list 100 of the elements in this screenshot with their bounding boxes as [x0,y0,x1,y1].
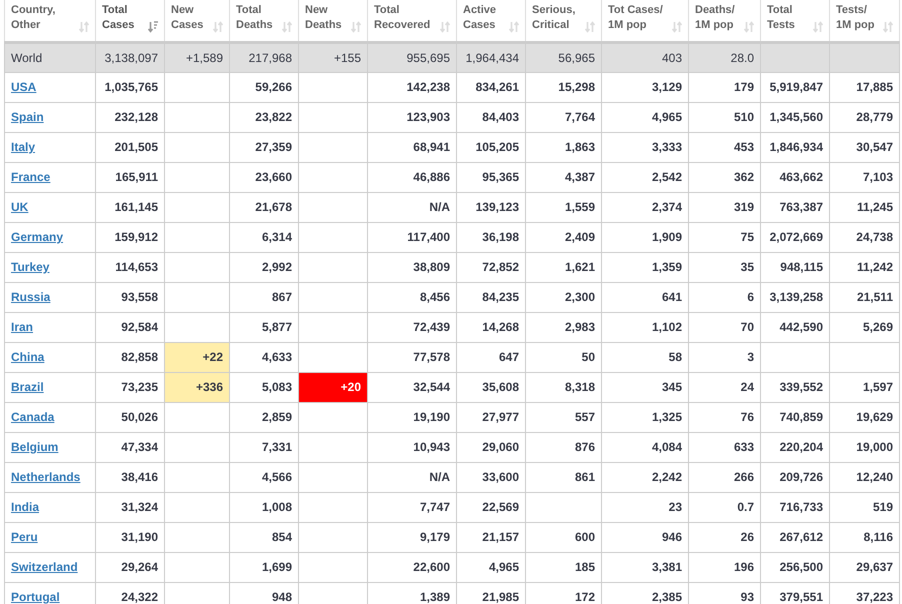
table-cell: 95,365 [456,162,526,192]
table-cell [298,192,368,222]
table-cell: 3,139,258 [760,282,830,312]
table-cell: 267,612 [760,522,830,552]
table-cell: 1,035,765 [96,72,164,102]
table-cell: 29,060 [456,432,526,462]
table-cell [164,222,230,252]
table-cell: 256,500 [760,552,830,582]
table-cell [164,462,230,492]
table-cell: 1,621 [526,252,602,282]
table-cell [298,312,368,342]
table-cell: 165,911 [96,162,164,192]
table-cell: +155 [298,42,368,72]
table-cell: 84,403 [456,102,526,132]
table-cell: 72,439 [368,312,456,342]
country-link[interactable]: Canada [11,410,54,424]
table-cell [164,162,230,192]
sort-icon [509,20,519,32]
country-link[interactable]: Peru [11,530,38,544]
table-cell: +20 [298,372,368,402]
table-cell: +22 [164,342,230,372]
table-cell: 2,374 [602,192,688,222]
table-cell: 7,331 [230,432,298,462]
table-cell: 5,919,847 [760,72,830,102]
table-cell [298,162,368,192]
table-cell: 4,566 [230,462,298,492]
country-link[interactable]: Turkey [11,260,50,274]
table-cell: 2,992 [230,252,298,282]
table-cell: 8,456 [368,282,456,312]
table-cell: 38,416 [96,462,164,492]
table-cell [298,72,368,102]
table-cell: 633 [688,432,760,462]
sort-icon [282,20,292,32]
table-cell: 1,964,434 [456,42,526,72]
sort-icon [440,20,450,32]
table-cell: 209,726 [760,462,830,492]
table-cell: 9,179 [368,522,456,552]
table-cell [760,342,830,372]
table-cell: 519 [830,492,900,522]
sort-icon [351,20,361,32]
table-cell: 1,699 [230,552,298,582]
table-cell: 21,678 [230,192,298,222]
country-link[interactable]: Germany [11,230,64,244]
table-cell: +1,589 [164,42,230,72]
table-cell: 11,245 [830,192,900,222]
country-link[interactable]: UK [11,200,28,214]
country-link[interactable]: Iran [11,320,34,334]
table-cell: 641 [602,282,688,312]
table-cell [164,312,230,342]
table-cell: 15,298 [526,72,602,102]
table-cell: 47,334 [96,432,164,462]
table-cell: 19,190 [368,402,456,432]
table-cell [298,132,368,162]
table-cell: 77,578 [368,342,456,372]
table-cell: 2,072,669 [760,222,830,252]
table-cell: 30,547 [830,132,900,162]
table-cell: 31,190 [96,522,164,552]
table-cell: 12,240 [830,462,900,492]
country-link[interactable]: Switzerland [11,560,78,574]
country-link[interactable]: Portugal [11,590,60,604]
table-cell: 946 [602,522,688,552]
table-cell [164,252,230,282]
table-cell: 27,977 [456,402,526,432]
country-link[interactable]: Belgium [11,440,58,454]
table-cell: 716,733 [760,492,830,522]
country-link[interactable]: Brazil [11,380,44,394]
table-cell: 1,325 [602,402,688,432]
table-cell: 139,123 [456,192,526,222]
table-cell: 142,238 [368,72,456,102]
table-cell: 4,965 [602,102,688,132]
table-cell: 159,912 [96,222,164,252]
country-link[interactable]: USA [11,80,36,94]
table-cell: 76 [688,402,760,432]
table-cell: 58 [602,342,688,372]
table-cell [298,492,368,522]
table-cell: 21,511 [830,282,900,312]
country-link[interactable]: Spain [11,110,44,124]
table-cell: 854 [230,522,298,552]
table-cell: 68,941 [368,132,456,162]
country-link[interactable]: China [11,350,44,364]
table-cell [298,282,368,312]
table-cell [760,42,830,72]
country-link[interactable]: Russia [11,290,50,304]
table-cell [164,552,230,582]
country-link[interactable]: India [11,500,40,514]
sort-icon [672,20,682,32]
country-link[interactable]: Netherlands [11,470,80,484]
table-cell [164,282,230,312]
table-cell [164,522,230,552]
table-cell: 32,544 [368,372,456,402]
table-cell: 6 [688,282,760,312]
country-link[interactable]: France [11,170,50,184]
table-cell: 339,552 [760,372,830,402]
country-link[interactable]: Italy [11,140,36,154]
table-cell: 600 [526,522,602,552]
table-cell [298,102,368,132]
table-cell [164,132,230,162]
table-cell: 22,569 [456,492,526,522]
table-cell: 3,138,097 [96,42,164,72]
table-cell: 161,145 [96,192,164,222]
